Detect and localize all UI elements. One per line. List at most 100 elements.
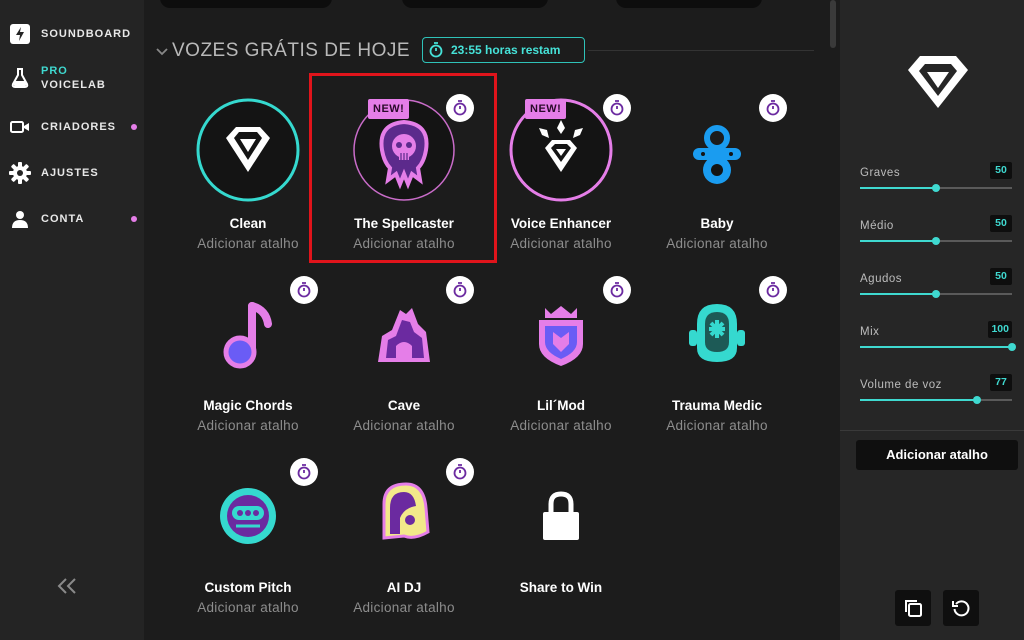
stopwatch-icon[interactable] [603, 94, 631, 122]
scrollbar[interactable] [830, 0, 836, 48]
sidebar-item-voicelab[interactable]: PRO VOICELAB [0, 58, 144, 98]
video-camera-icon [9, 116, 31, 138]
voice-card-clean[interactable]: Clean Adicionar atalho [170, 80, 326, 260]
sidebar-item-label: CRIADORES [41, 121, 117, 133]
add-shortcut-link[interactable]: Adicionar atalho [639, 418, 795, 433]
voice-name: Trauma Medic [671, 398, 763, 413]
sidebar-item-soundboard[interactable]: SOUNDBOARD [0, 16, 144, 52]
flask-icon [9, 67, 31, 89]
music-note-icon [196, 280, 300, 384]
new-badge: NEW! [368, 99, 410, 119]
dj-helmet-icon [352, 462, 456, 566]
lightning-icon [9, 23, 31, 45]
slider-track[interactable] [860, 396, 1012, 404]
chevron-down-icon [156, 44, 170, 59]
reset-button[interactable] [943, 590, 979, 626]
stopwatch-icon[interactable] [446, 94, 474, 122]
add-shortcut-link[interactable]: Adicionar atalho [170, 600, 326, 615]
voice-name: Share to Win [519, 580, 603, 595]
add-shortcut-link[interactable]: Adicionar atalho [326, 236, 482, 251]
slider-mix[interactable]: Mix 100 [860, 321, 1016, 366]
add-shortcut-link[interactable]: Adicionar atalho [170, 418, 326, 433]
add-shortcut-link[interactable]: Adicionar atalho [326, 600, 482, 615]
copy-icon [905, 600, 922, 617]
slider-label: Médio [860, 220, 894, 232]
voice-card-magic-chords[interactable]: Magic Chords Adicionar atalho [170, 262, 326, 442]
slider-graves[interactable]: Graves 50 [860, 162, 1012, 207]
slider-knob[interactable] [932, 184, 940, 192]
voice-card-baby[interactable]: Baby Adicionar atalho [639, 80, 795, 260]
stopwatch-icon[interactable] [603, 276, 631, 304]
stopwatch-icon[interactable] [446, 276, 474, 304]
section-title: VOZES GRÁTIS DE HOJE [172, 40, 411, 61]
add-shortcut-link[interactable]: Adicionar atalho [483, 418, 639, 433]
new-badge: NEW! [525, 99, 567, 119]
add-shortcut-link[interactable]: Adicionar atalho [326, 418, 482, 433]
slider-fill [860, 399, 978, 401]
user-icon [9, 208, 31, 230]
gear-icon [9, 162, 31, 184]
notification-dot [131, 216, 137, 222]
sidebar-item-criadores[interactable]: CRIADORES [0, 109, 144, 145]
voice-card-trauma-medic[interactable]: Trauma Medic Adicionar atalho [639, 262, 795, 442]
slider-label: Volume de voz [860, 379, 942, 391]
slider-track[interactable] [860, 184, 1012, 192]
sidebar-item-label: AJUSTES [41, 167, 99, 179]
slider-volume[interactable]: Volume de voz 77 [860, 374, 1012, 419]
voice-card-custom-pitch[interactable]: Custom Pitch Adicionar atalho [170, 444, 326, 624]
slider-label: Mix [860, 326, 880, 338]
sidebar-item-ajustes[interactable]: AJUSTES [0, 155, 144, 191]
voice-name: Baby [700, 216, 734, 231]
slider-knob[interactable] [973, 396, 982, 404]
stopwatch-icon[interactable] [759, 94, 787, 122]
time-remaining-text: 23:55 horas restam [451, 43, 561, 57]
slider-agudos[interactable]: Agudos 50 [860, 268, 1012, 313]
voice-card-share-to-win[interactable]: Share to Win [483, 444, 639, 624]
crown-shield-icon [509, 280, 613, 384]
divider [840, 430, 1024, 431]
stopwatch-icon[interactable] [290, 458, 318, 486]
voice-card-spellcaster[interactable]: NEW! The Spellcaster Adicionar atalho [326, 80, 482, 260]
add-shortcut-link[interactable]: Adicionar atalho [170, 236, 326, 251]
voice-card-ai-dj[interactable]: AI DJ Adicionar atalho [326, 444, 482, 624]
notification-dot [131, 124, 137, 130]
slider-medio[interactable]: Médio 50 [860, 215, 1012, 260]
slider-value: 50 [990, 215, 1012, 232]
stopwatch-icon [429, 42, 443, 58]
add-shortcut-link[interactable]: Adicionar atalho [483, 236, 639, 251]
slider-track[interactable] [860, 343, 1016, 351]
app-window: SOUNDBOARD PRO VOICELAB CRIADORES AJUSTE… [0, 0, 1024, 640]
section-header[interactable]: VOZES GRÁTIS DE HOJE [156, 36, 410, 66]
cave-icon [352, 280, 456, 384]
voice-name: The Spellcaster [354, 216, 454, 231]
pro-label: PRO [41, 65, 68, 77]
clean-diamond-icon [906, 52, 970, 110]
top-tab[interactable] [402, 0, 548, 8]
voice-card-voice-enhancer[interactable]: NEW! Voice Enhancer Adicionar atalho [483, 80, 639, 260]
stopwatch-icon[interactable] [290, 276, 318, 304]
voice-card-cave[interactable]: Cave Adicionar atalho [326, 262, 482, 442]
sidebar-item-label: CONTA [41, 213, 85, 225]
voice-name: Clean [229, 216, 267, 231]
top-tab[interactable] [616, 0, 762, 8]
slider-knob[interactable] [932, 290, 940, 298]
slider-fill [860, 240, 936, 242]
slider-fill [860, 346, 1012, 348]
sidebar-item-conta[interactable]: CONTA [0, 201, 144, 237]
voices-grid-area: VOZES GRÁTIS DE HOJE 23:55 horas restam … [144, 0, 840, 640]
slider-track[interactable] [860, 290, 1012, 298]
double-chevron-left-icon[interactable] [54, 576, 80, 600]
voice-name: Magic Chords [203, 398, 293, 413]
copy-button[interactable] [895, 590, 931, 626]
divider [588, 50, 814, 51]
add-shortcut-link[interactable]: Adicionar atalho [639, 236, 795, 251]
slider-track[interactable] [860, 237, 1012, 245]
stopwatch-icon[interactable] [759, 276, 787, 304]
voice-card-lil-mod[interactable]: Lil´Mod Adicionar atalho [483, 262, 639, 442]
top-tab[interactable] [160, 0, 332, 8]
voice-name: Voice Enhancer [510, 216, 612, 231]
slider-knob[interactable] [932, 237, 940, 245]
add-shortcut-button[interactable]: Adicionar atalho [856, 440, 1018, 470]
slider-knob[interactable] [1008, 343, 1016, 351]
stopwatch-icon[interactable] [446, 458, 474, 486]
